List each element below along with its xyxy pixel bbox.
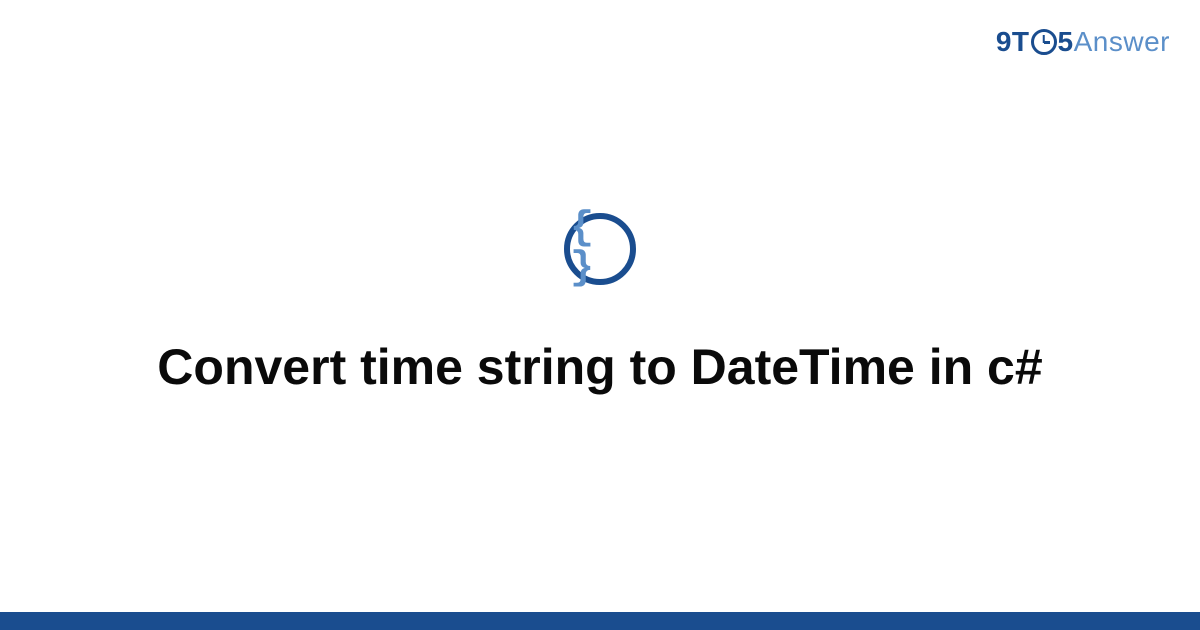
footer-bar — [0, 612, 1200, 630]
main-content: { } Convert time string to DateTime in c… — [0, 0, 1200, 612]
code-braces-icon: { } — [564, 213, 636, 285]
page-title: Convert time string to DateTime in c# — [117, 335, 1082, 399]
braces-glyph: { } — [570, 209, 630, 289]
